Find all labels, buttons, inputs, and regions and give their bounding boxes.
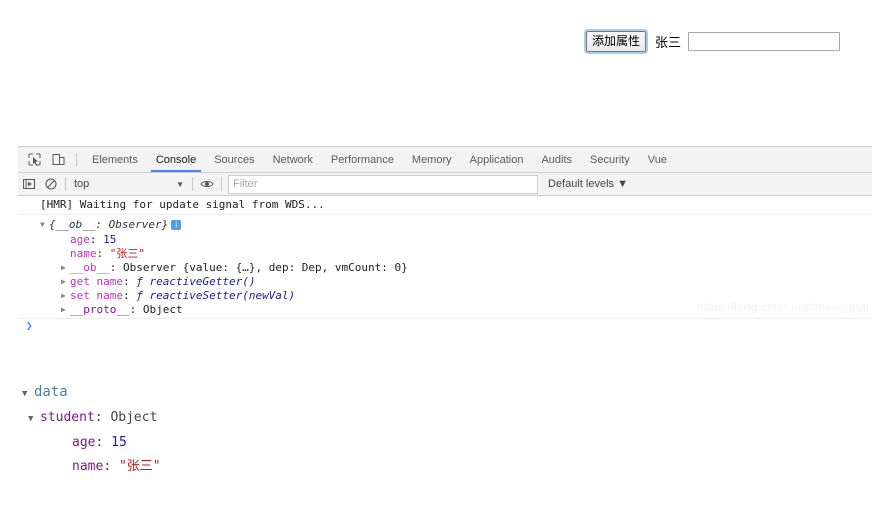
tab-label: Elements: [92, 153, 138, 166]
tab-label: Memory: [411, 153, 452, 166]
execution-context-select[interactable]: top ▼: [69, 178, 189, 190]
console-output[interactable]: [HMR] Waiting for update signal from WDS…: [18, 196, 872, 332]
devtools-tabstrip: Elements Console Sources Network Perform…: [18, 147, 872, 173]
console-row-name: name: "张三": [18, 247, 872, 261]
property-separator: :: [103, 459, 119, 474]
tab-label: Application: [469, 153, 524, 166]
property-key: name: [70, 247, 97, 260]
data-root-row[interactable]: ▼ data: [0, 380, 876, 406]
console-message-hmr: [HMR] Waiting for update signal from WDS…: [18, 196, 872, 215]
property-separator: :: [122, 289, 137, 302]
tab-console[interactable]: Console: [147, 147, 205, 172]
info-badge-icon[interactable]: i: [171, 220, 182, 230]
property-value: ƒ reactiveGetter(): [136, 275, 256, 288]
expand-triangle-icon[interactable]: ▶: [61, 289, 70, 303]
expand-triangle-icon[interactable]: ▼: [40, 218, 49, 232]
tab-label: Console: [155, 153, 197, 166]
log-levels-dropdown[interactable]: Default levels ▼: [548, 178, 628, 190]
property-value: Observer {value: {…}, dep: Dep, vmCount:…: [123, 261, 408, 274]
property-key: __ob__: [70, 261, 110, 274]
tab-label: Security: [590, 153, 630, 166]
console-sidebar-eye-icon[interactable]: [196, 178, 218, 190]
property-key: get name: [70, 275, 123, 288]
property-separator: :: [95, 435, 112, 450]
vue-data-section: ▼ data ▼ student: Object age: 15 name: "张三…: [0, 380, 876, 479]
tab-vue[interactable]: Vue: [639, 147, 676, 172]
tab-label: Vue: [647, 153, 667, 166]
tab-sources[interactable]: Sources: [205, 147, 263, 172]
console-row-ob[interactable]: ▶ __ob__: Observer {value: {…}, dep: Dep,…: [18, 261, 872, 275]
student-key: student: [40, 410, 95, 425]
property-key: age: [70, 233, 90, 246]
student-type: Object: [110, 410, 158, 425]
expand-triangle-icon[interactable]: ▶: [61, 303, 70, 317]
property-value: ƒ reactiveSetter(newVal): [136, 289, 296, 302]
console-row-get-name[interactable]: ▶ get name: ƒ reactiveGetter(): [18, 275, 872, 289]
execution-context-value: top: [74, 178, 90, 190]
tab-memory[interactable]: Memory: [403, 147, 461, 172]
inspect-element-icon[interactable]: [22, 147, 46, 172]
property-value: "张三": [109, 247, 145, 260]
data-name-row: name: "张三": [0, 455, 876, 479]
property-widget-row: 添加属性 张三: [583, 29, 841, 54]
console-row-age: age: 15: [18, 233, 872, 247]
data-root-label: data: [34, 384, 68, 400]
filterbar-divider-3: [221, 177, 222, 191]
watermark-text: https://blog.csdn.net/hhkongbai: [696, 300, 869, 314]
property-key: __proto__: [70, 303, 130, 316]
property-value: "张三": [118, 459, 161, 474]
clear-console-icon[interactable]: [40, 178, 62, 190]
console-filter-bar: top ▼ Default levels ▼: [18, 173, 872, 196]
property-key: name: [72, 459, 104, 474]
console-prompt[interactable]: ❯: [18, 319, 872, 332]
tab-audits[interactable]: Audits: [532, 147, 581, 172]
property-value: 15: [111, 435, 127, 450]
tab-label: Audits: [541, 153, 573, 166]
expand-triangle-icon[interactable]: ▼: [0, 382, 34, 406]
filterbar-divider-2: [192, 177, 193, 191]
property-key: set name: [70, 289, 123, 302]
property-key: age: [72, 435, 96, 450]
devtools-panel: Elements Console Sources Network Perform…: [18, 146, 872, 332]
web-page-content: 添加属性 张三: [0, 0, 876, 140]
object-header-text: {__ob__: Observer}: [49, 218, 169, 231]
console-object-header[interactable]: ▼ {__ob__: Observer} i: [18, 215, 872, 233]
expand-triangle-icon[interactable]: ▶: [61, 275, 70, 289]
filterbar-divider: [65, 177, 66, 191]
add-property-button[interactable]: 添加属性: [583, 29, 649, 54]
tab-network[interactable]: Network: [264, 147, 322, 172]
student-separator: :: [94, 410, 111, 425]
tab-label: Network: [272, 153, 313, 166]
chevron-down-icon: ▼: [176, 179, 184, 189]
data-age-row: age: 15: [0, 431, 876, 455]
execute-script-icon[interactable]: [18, 178, 40, 190]
property-value: Object: [142, 303, 183, 316]
expand-triangle-icon[interactable]: ▼: [28, 407, 40, 431]
property-separator: :: [89, 233, 104, 246]
tab-elements[interactable]: Elements: [83, 147, 147, 172]
property-separator: :: [109, 261, 123, 274]
device-toolbar-icon[interactable]: [46, 147, 70, 172]
tab-performance[interactable]: Performance: [322, 147, 403, 172]
expand-triangle-icon[interactable]: ▶: [61, 261, 70, 275]
student-name-text: 张三: [655, 36, 682, 51]
property-separator: :: [122, 275, 137, 288]
property-separator: :: [96, 247, 110, 260]
data-student-row[interactable]: ▼ student: Object: [0, 406, 876, 431]
prompt-arrow-icon: ❯: [26, 319, 33, 332]
toolbar-divider: [76, 153, 77, 166]
tab-label: Performance: [330, 153, 394, 166]
tab-application[interactable]: Application: [461, 147, 533, 172]
property-separator: :: [129, 303, 143, 316]
tab-security[interactable]: Security: [581, 147, 639, 172]
console-filter-input[interactable]: [228, 174, 538, 194]
name-input[interactable]: [688, 32, 841, 51]
tab-label: Sources: [214, 153, 255, 166]
property-value: 15: [103, 233, 117, 246]
console-message-text: [HMR] Waiting for update signal from WDS…: [40, 198, 325, 211]
